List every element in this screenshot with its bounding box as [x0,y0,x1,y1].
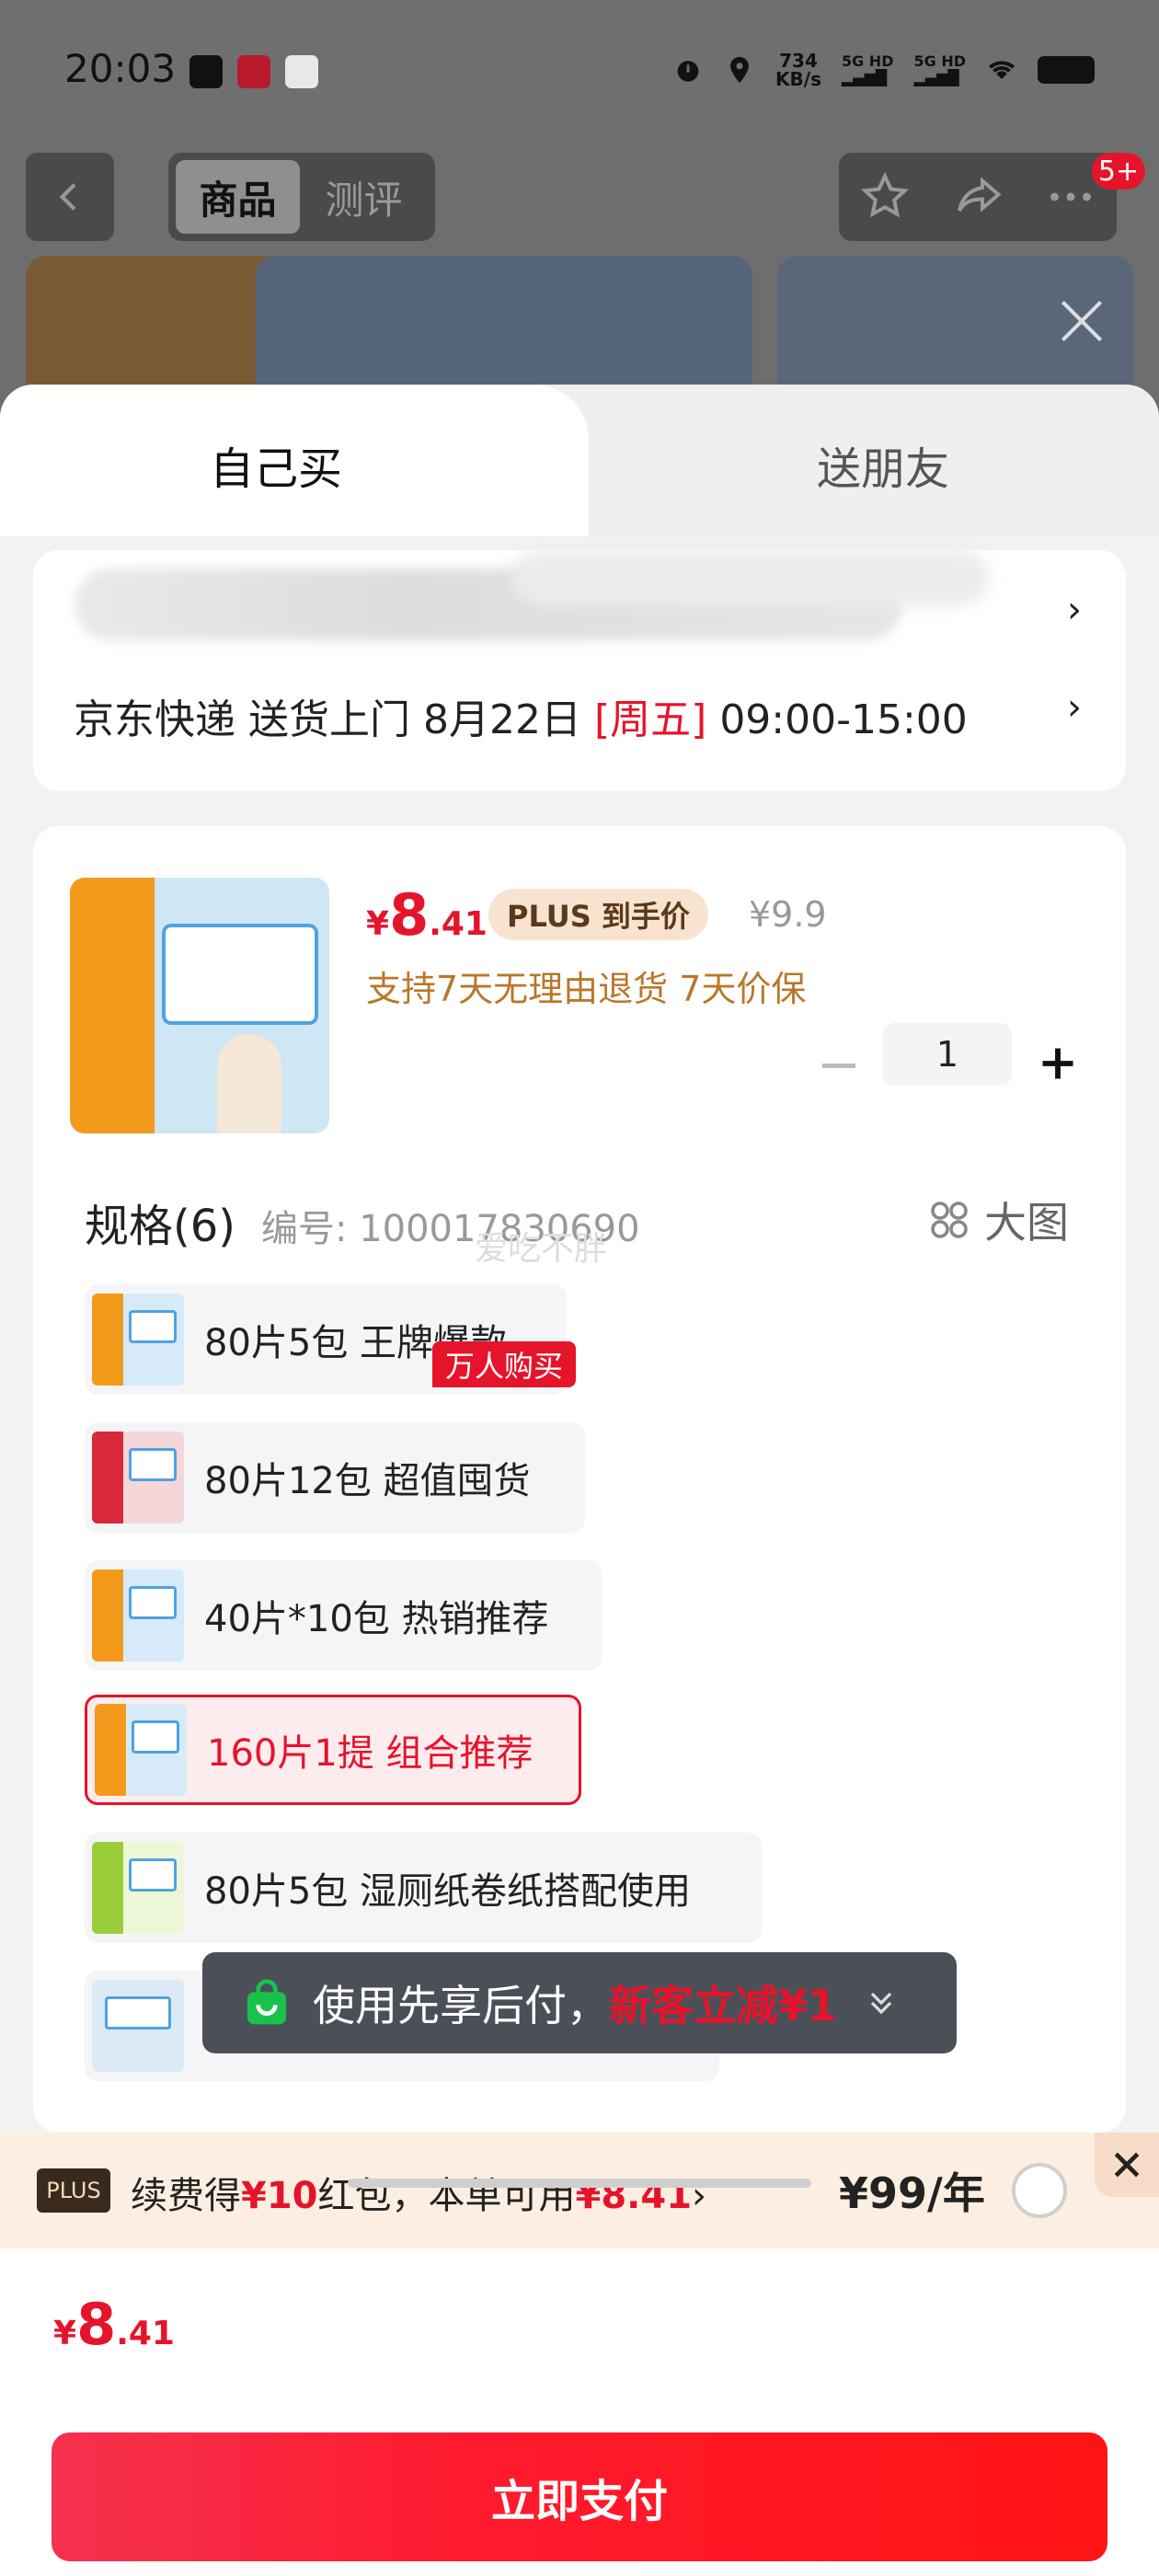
original-price: ¥9.9 [749,894,827,935]
total-currency: ¥ [53,2315,77,2352]
delivery-weekday: [周五] [593,696,707,743]
bnpl-highlight: 新客立减¥1 [609,1981,838,2030]
sku-label: 80片5包 湿厕纸卷纸搭配使用 [204,1870,692,1913]
sku-option[interactable]: 40片*10包 热销推荐 [85,1560,602,1671]
tab-review[interactable]: 测评 [302,160,426,234]
minus-icon [822,1063,855,1068]
star-icon[interactable] [857,169,912,224]
plus-price-tag: PLUS 到手价 [488,889,708,940]
battery-icon [1038,56,1095,84]
sku-thumbnail [92,1432,184,1524]
big-image-label: 大图 [984,1198,1069,1248]
quantity-input[interactable]: 1 [883,1023,1012,1086]
price-integer: 8 [389,881,430,949]
sku-label: 40片*10包 热销推荐 [204,1598,549,1640]
sku-label: 160片1提 组合推荐 [207,1732,534,1775]
plus-radio[interactable] [1012,2163,1067,2218]
sku-thumbnail [92,1570,184,1662]
nav-actions [839,153,1117,241]
close-icon[interactable] [1053,293,1110,350]
sku-option[interactable]: 80片5包 湿厕纸卷纸搭配使用 [85,1833,762,1943]
back-button[interactable] [26,153,114,241]
share-icon[interactable] [950,169,1005,224]
chevron-left-icon [59,183,76,211]
plus-text-b: ¥10 [241,2175,318,2217]
net-speed-unit: KB/s [775,68,821,90]
plus-renewal-bar[interactable]: PLUS 续费得¥10红包，本单可用¥8.41› ¥99/年 [0,2133,1159,2248]
address-redacted-2 [511,550,990,605]
status-bar: 20:03 734 KB/s 5G HD ▂▄▆█ 5G HD ▂▄▆█ [0,0,1159,147]
delivery-chevron[interactable]: › [1067,686,1082,729]
bnpl-toast[interactable]: 使用先享后付， 新客立减¥1 [202,1952,957,2053]
delivery-time: 09:00-15:00 [719,696,968,743]
chevron-double-down-icon [870,1992,892,2015]
alarm-icon [677,61,699,82]
plus-renewal-text: 续费得¥10红包，本单可用¥8.41› [131,2166,706,2219]
signal-bars-icon: ▂▄▆█ [841,69,888,86]
status-indicators: 734 KB/s 5G HD ▂▄▆█ 5G HD ▂▄▆█ [672,52,1095,88]
xiaohongshu-app-icon [237,55,270,88]
delivery-info[interactable]: 京东快递 送货上门 8月22日 [周五] 09:00-15:00 [74,686,968,745]
sku-thumbnail [95,1704,187,1796]
product-image [70,878,329,1133]
sku-label: 80片12包 超值囤货 [204,1460,531,1502]
signal-2: 5G HD ▂▄▆█ [913,53,966,86]
sku-thumbnail [92,1294,184,1386]
tiktok-app-icon [189,55,223,88]
delivery-text: 京东快递 送货上门 8月22日 [74,696,581,743]
plus-icon[interactable] [1038,1043,1078,1084]
quantity-decrease-button[interactable] [817,1043,861,1087]
wifi-icon [988,61,1016,79]
service-guarantee: 支持7天无理由退货 7天价保 [366,969,807,1009]
net-speed-value: 734 [779,50,818,72]
tab-buy-self-label[interactable]: 自己买 [0,432,552,497]
total-integer: 8 [76,2291,117,2358]
sku-thumbnail [92,1980,184,2072]
signal-1: 5G HD ▂▄▆█ [842,53,894,86]
plus-text-a: 续费得 [131,2175,241,2217]
sku-option[interactable]: 80片12包 超值囤货 [85,1422,585,1533]
shopping-bag-icon [247,1979,286,2025]
sku-option-selected[interactable]: 160片1提 组合推荐 [85,1695,581,1805]
price: ¥ 8 .41 [366,881,488,949]
address-card[interactable]: › 京东快递 送货上门 8月22日 [周五] 09:00-15:00 › [33,550,1126,791]
purchase-sheet: 自己买 送朋友 › 京东快递 送货上门 8月22日 [周五] 09:00-15:… [0,385,1159,2576]
signal-bars-icon: ▂▄▆█ [913,69,959,86]
grid-icon [931,1202,968,1238]
net-speed: 734 KB/s [775,52,821,88]
spec-title: 规格(6) [85,1201,235,1252]
address-chevron[interactable]: › [1067,589,1082,631]
signal-2-label: 5G HD [913,52,966,70]
home-indicator[interactable] [348,2179,811,2188]
more-icon[interactable] [1043,169,1098,224]
location-icon [730,56,749,84]
status-time: 20:03 [64,46,177,91]
price-decimal: .41 [429,905,488,943]
total-decimal: .41 [116,2315,175,2352]
sku-thumbnail [92,1842,184,1934]
hot-badge: 万人购买 [432,1341,577,1387]
nav-tabs: 商品 测评 [168,153,435,241]
close-icon [1114,2152,1140,2178]
signal-1-label: 5G HD [841,52,894,70]
tab-gift-friend[interactable]: 送朋友 [699,432,1067,497]
total-price: ¥ 8 .41 [53,2291,175,2358]
message-badge: 5+ [1092,153,1145,190]
bnpl-text: 使用先享后付， [313,1981,609,2030]
watermark: 爱吃不胖 [475,1230,608,1268]
plus-annual-price: ¥99/年 [839,2168,985,2218]
plus-logo: PLUS [37,2168,110,2213]
pay-now-button[interactable]: 立即支付 [52,2432,1107,2561]
tab-product[interactable]: 商品 [176,160,300,234]
checkout-bar: ¥ 8 .41 立即支付 [0,2248,1159,2576]
plus-close-button[interactable] [1095,2133,1159,2197]
price-currency: ¥ [366,905,390,943]
big-image-toggle[interactable]: 大图 [927,1190,1069,1250]
map-app-icon [285,55,318,88]
